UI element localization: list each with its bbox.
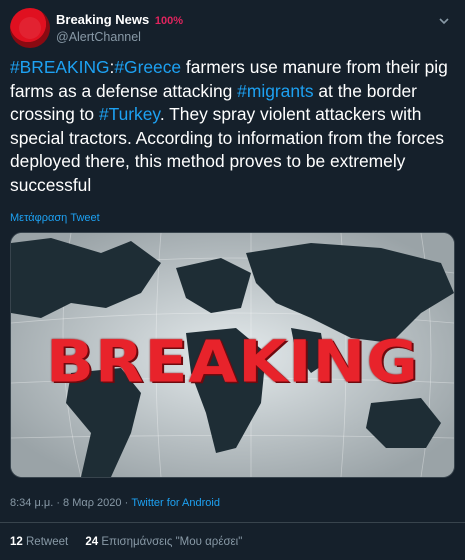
retweets-label: Retweet bbox=[26, 536, 69, 548]
retweets-stat[interactable]: 12 Retweet bbox=[10, 536, 68, 548]
tweet-media-image[interactable]: BREAKING bbox=[10, 232, 455, 478]
translate-tweet-link[interactable]: Μετάφραση Tweet bbox=[10, 212, 100, 224]
tweet-client-link[interactable]: Twitter for Android bbox=[131, 497, 220, 509]
hashtag-link[interactable]: #BREAKING bbox=[10, 57, 110, 77]
hashtag-link[interactable]: #Turkey bbox=[99, 104, 160, 124]
emoji-number: 100 bbox=[154, 15, 174, 27]
author-handle[interactable]: @AlertChannel bbox=[56, 29, 183, 45]
tweet-stats: 12 Retweet 24 Επισημάνσεις "Μου αρέσει" bbox=[10, 536, 256, 548]
hashtag-link[interactable]: #Greece bbox=[114, 57, 181, 77]
likes-count: 24 bbox=[85, 536, 99, 548]
emoji-suffix: % bbox=[173, 15, 183, 27]
tweet-time[interactable]: 8:34 μ.μ. bbox=[10, 497, 53, 509]
author-names[interactable]: Breaking News 100% @AlertChannel bbox=[56, 12, 183, 45]
display-name[interactable]: Breaking News 100% bbox=[56, 12, 183, 29]
tweet-text: #BREAKING:#Greece farmers use manure fro… bbox=[10, 56, 455, 197]
likes-label: Επισημάνσεις "Μου αρέσει" bbox=[101, 536, 243, 548]
tweet: Breaking News 100% @AlertChannel #BREAKI… bbox=[0, 0, 465, 560]
divider bbox=[0, 522, 465, 523]
breaking-banner-text: BREAKING bbox=[45, 327, 420, 396]
chevron-down-icon[interactable] bbox=[437, 14, 451, 28]
hundred-points-icon: 100% bbox=[155, 15, 183, 27]
display-name-text: Breaking News bbox=[56, 12, 150, 27]
tweet-header: Breaking News 100% @AlertChannel bbox=[10, 8, 455, 48]
tweet-meta: 8:34 μ.μ. · 8 Μαρ 2020 · Twitter for And… bbox=[10, 497, 220, 509]
meta-separator: · bbox=[53, 497, 64, 509]
meta-separator-2: · bbox=[121, 497, 132, 509]
hashtag-link[interactable]: #migrants bbox=[237, 81, 313, 101]
avatar[interactable] bbox=[10, 8, 50, 48]
likes-stat[interactable]: 24 Επισημάνσεις "Μου αρέσει" bbox=[85, 536, 242, 548]
tweet-date[interactable]: 8 Μαρ 2020 bbox=[63, 497, 121, 509]
retweets-count: 12 bbox=[10, 536, 23, 548]
